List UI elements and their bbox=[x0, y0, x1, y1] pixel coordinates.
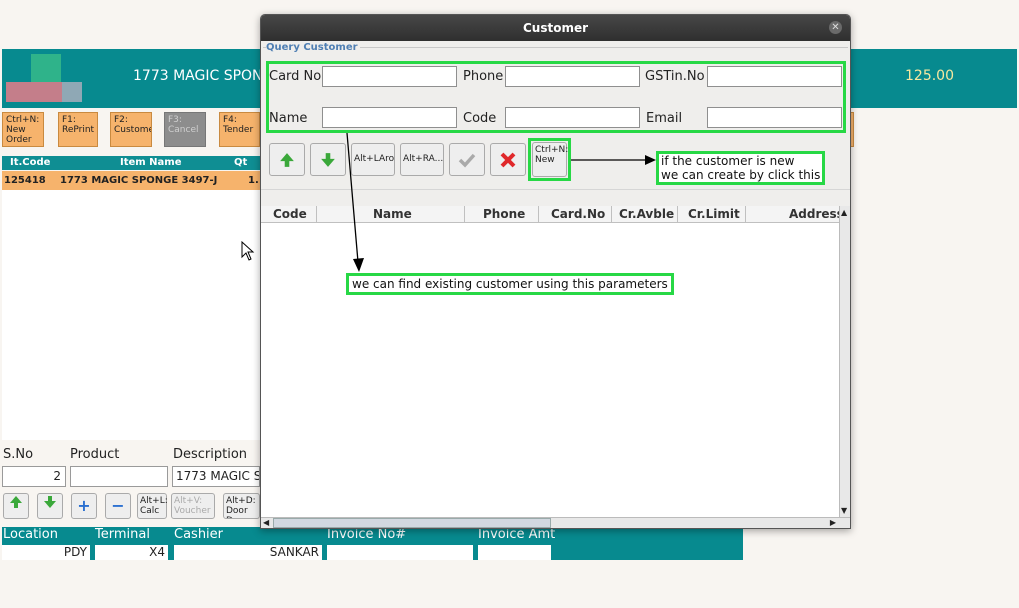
arrowhead-icon bbox=[353, 258, 364, 272]
annotation-arrows bbox=[346, 132, 656, 272]
annotation-text: we can create by click this bbox=[661, 168, 821, 182]
find-customer-annotation: we can find existing customer using this… bbox=[346, 273, 674, 295]
new-customer-annotation: if the customer is new we can create by … bbox=[656, 151, 826, 185]
annotation-text: if the customer is new bbox=[661, 154, 795, 168]
arrowhead-icon bbox=[645, 155, 656, 165]
arrow-line bbox=[346, 132, 359, 263]
